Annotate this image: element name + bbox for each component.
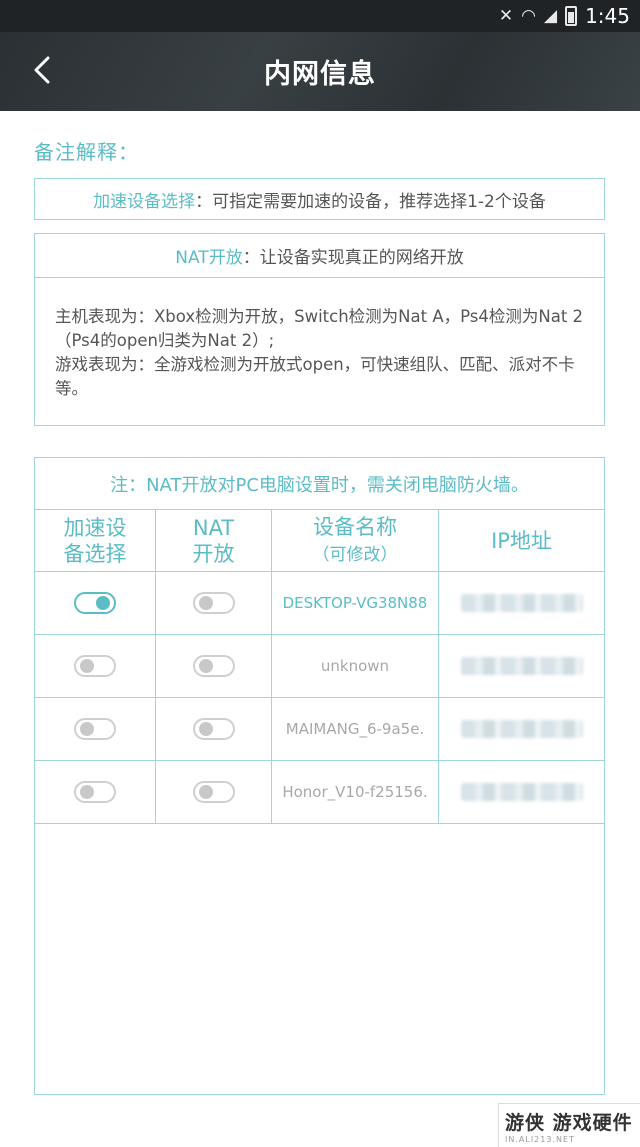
toggle-knob <box>198 659 213 673</box>
notes-heading: 备注解释： <box>34 140 139 164</box>
ip-address-blurred <box>460 783 583 801</box>
host-behavior-text: 主机表现为：Xbox检测为开放，Switch检测为Nat A，Ps4检测为Nat… <box>55 307 584 350</box>
nat-toggle[interactable] <box>192 781 235 803</box>
device-table: 注：NAT开放对PC电脑设置时，需关闭电脑防火墙。 加速设 备选择 NAT 开放 设… <box>34 457 605 1095</box>
page-title: 内网信息 <box>264 59 376 90</box>
nat-desc: ：让设备实现真正的网络开放 <box>242 248 464 268</box>
table-row: Honor_V10-f25156. <box>35 761 604 824</box>
nat-toggle[interactable] <box>192 718 235 740</box>
back-button[interactable] <box>22 50 62 90</box>
mute-icon: ✕ <box>498 6 514 26</box>
ip-address-blurred <box>460 720 583 738</box>
device-name[interactable]: DESKTOP-VG38N88 <box>283 594 428 612</box>
toggle-knob <box>80 722 94 736</box>
table-row: MAIMANG_6-9a5e. <box>35 698 604 761</box>
toggle-knob <box>80 659 94 673</box>
header-nat-open: NAT 开放 <box>156 510 272 571</box>
status-bar: ✕ ◠ ◢ 1:45 <box>0 0 640 32</box>
nat-toggle[interactable] <box>192 655 235 677</box>
device-select-desc: ：可指定需要加速的设备，推荐选择1-2个设备 <box>195 191 546 212</box>
nat-note-header: NAT开放 ：让设备实现真正的网络开放 <box>35 234 604 278</box>
accel-toggle[interactable] <box>74 592 116 614</box>
header-device-name: 设备名称 （可修改） <box>272 510 439 571</box>
table-row: DESKTOP-VG38N88 <box>35 572 604 635</box>
nat-note: NAT开放 ：让设备实现真正的网络开放 主机表现为：Xbox检测为开放，Switc… <box>34 233 605 426</box>
toggle-knob <box>198 785 213 799</box>
toggle-knob <box>80 785 94 799</box>
chevron-left-icon <box>34 56 50 84</box>
accel-toggle[interactable] <box>74 655 116 677</box>
device-select-note: 加速设备选择 ：可指定需要加速的设备，推荐选择1-2个设备 <box>34 178 605 220</box>
ip-address-blurred <box>460 657 583 675</box>
firewall-note: 注：NAT开放对PC电脑设置时，需关闭电脑防火墙。 <box>35 458 604 510</box>
table-header: 加速设 备选择 NAT 开放 设备名称 （可修改） IP地址 <box>35 510 604 572</box>
watermark-logo: 游侠 游戏硬件 IN.ALI213.NET <box>498 1103 640 1147</box>
nat-toggle[interactable] <box>192 592 235 614</box>
game-behavior-text: 游戏表现为：全游戏检测为开放式open，可快速组队、匹配、派对不卡等。 <box>55 355 575 398</box>
signal-icon: ◢ <box>544 6 558 26</box>
device-name[interactable]: Honor_V10-f25156. <box>282 783 427 801</box>
header-accel-select: 加速设 备选择 <box>35 510 156 571</box>
nat-note-body: 主机表现为：Xbox检测为开放，Switch检测为Nat A，Ps4检测为Nat… <box>35 278 604 401</box>
toggle-knob <box>96 596 110 610</box>
status-time: 1:45 <box>585 4 630 28</box>
battery-icon <box>565 6 578 26</box>
table-row: unknown <box>35 635 604 698</box>
device-select-term: 加速设备选择 <box>93 191 196 212</box>
toggle-knob <box>198 596 213 610</box>
header-ip-address: IP地址 <box>491 528 552 553</box>
accel-toggle[interactable] <box>74 781 116 803</box>
device-name[interactable]: unknown <box>321 657 389 675</box>
app-bar: 内网信息 <box>0 32 640 111</box>
accel-toggle[interactable] <box>74 718 116 740</box>
toggle-knob <box>198 722 213 736</box>
wifi-icon: ◠ <box>521 6 536 26</box>
nat-term: NAT开放 <box>175 248 243 268</box>
ip-address-blurred <box>460 594 583 612</box>
device-name[interactable]: MAIMANG_6-9a5e. <box>286 720 424 738</box>
